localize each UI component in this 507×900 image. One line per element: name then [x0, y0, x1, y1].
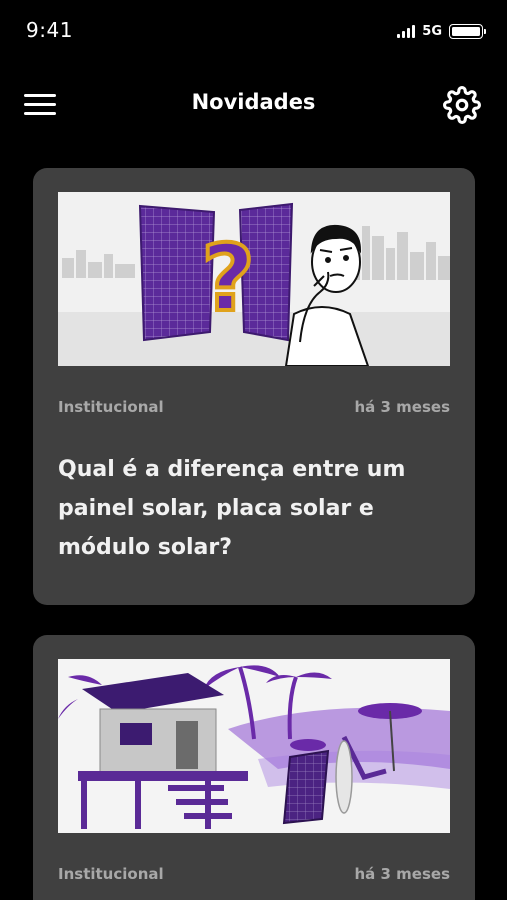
svg-text:?: ? [201, 225, 254, 332]
news-meta: Institucional há 3 meses [58, 396, 450, 418]
news-time-ago: há 3 meses [354, 398, 450, 416]
solar-panels-question-illustration: ? [58, 192, 450, 366]
news-title[interactable]: Qual é a diferença entre um painel solar… [58, 450, 450, 567]
status-time: 9:41 [26, 18, 73, 42]
news-category: Institucional [58, 865, 164, 883]
news-time-ago: há 3 meses [354, 865, 450, 883]
news-meta: Institucional há 3 meses [58, 863, 450, 885]
cellular-signal-icon [397, 24, 416, 38]
network-type: 5G [422, 23, 442, 39]
app-header: Novidades [0, 76, 507, 134]
news-category: Institucional [58, 398, 164, 416]
gear-icon[interactable] [443, 86, 481, 124]
page-title: Novidades [191, 90, 316, 114]
status-bar: 9:41 5G [0, 0, 507, 62]
battery-icon [449, 23, 486, 39]
status-indicators: 5G [397, 22, 486, 40]
news-card[interactable]: Institucional há 3 meses [33, 635, 475, 900]
beach-house-solar-illustration [58, 659, 450, 833]
news-card[interactable]: ? Institucional há 3 meses Qual é a dife… [33, 168, 475, 605]
